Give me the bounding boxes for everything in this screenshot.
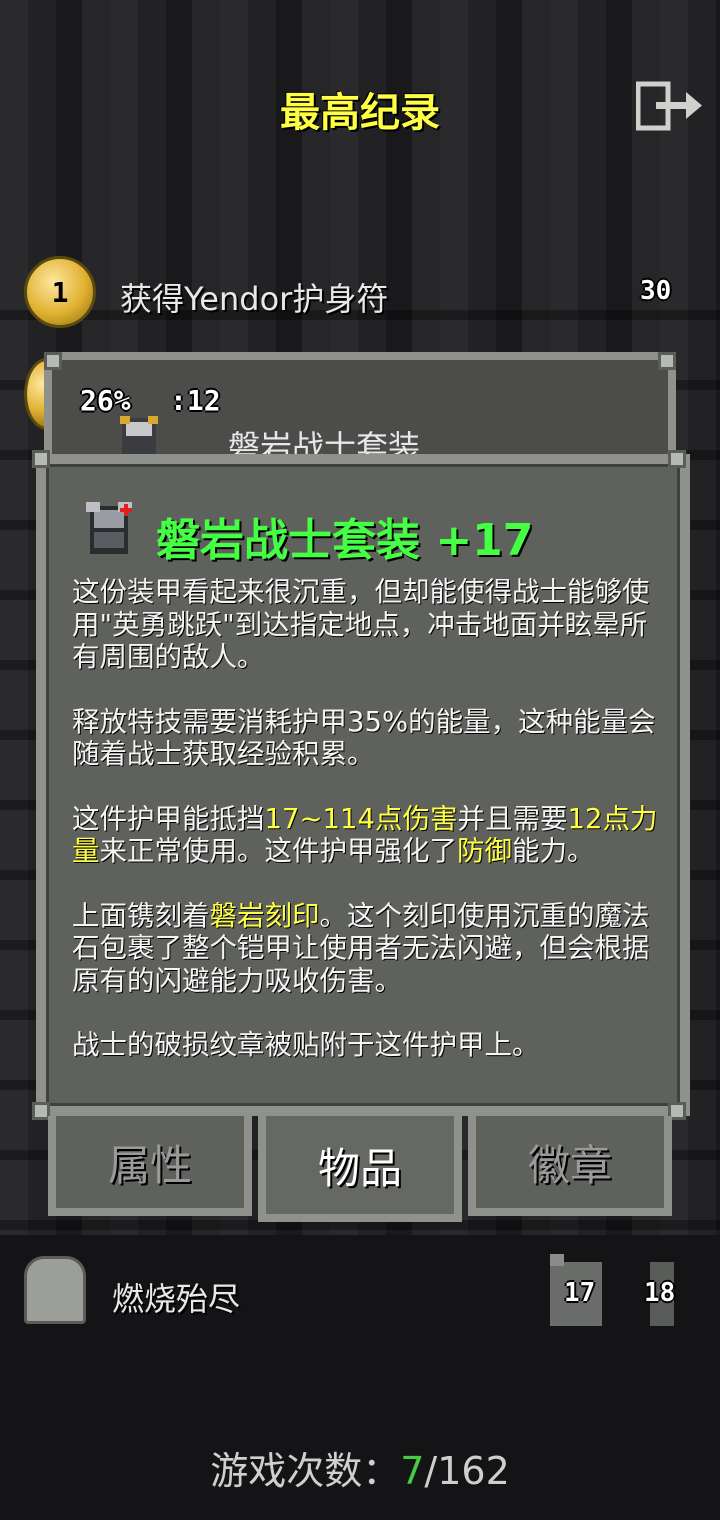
record-rank: 1 <box>51 275 69 309</box>
defense-highlight: 防御 <box>457 835 512 867</box>
record-description: 获得Yendor护身符 <box>120 280 389 318</box>
damage-highlight: 17~114点伤害 <box>264 802 458 835</box>
window-corner <box>658 352 676 370</box>
warrior-armor-icon <box>86 502 132 554</box>
games-played-counter: 游戏次数：7/162 <box>0 1440 720 1495</box>
item-title: 磐岩战士套装 +17 <box>156 515 534 566</box>
record-row[interactable]: 1 获得Yendor护身符 30 <box>0 252 720 332</box>
exit-button[interactable] <box>635 80 704 132</box>
text-span: 这件护甲能抵挡 <box>72 802 265 835</box>
tombstone-icon <box>24 1256 86 1324</box>
tab-stats[interactable]: 属性 <box>48 1116 252 1216</box>
text-span: 并且需要 <box>457 802 568 835</box>
description-paragraph: 战士的破损纹章被贴附于这件护甲上。 <box>72 1029 540 1061</box>
item-description: 这份装甲看起来很沉重，但却能使得战士能够使用"英勇跳跃"到达指定地点，冲击地面并… <box>72 576 672 1094</box>
description-paragraph: 这件护甲能抵挡17~114点伤害并且需要12点力量来正常使用。这件护甲强化了防御… <box>72 803 672 868</box>
games-total: /162 <box>424 1449 510 1493</box>
record-score: 30 <box>640 276 672 306</box>
amulet-badge-icon: 1 <box>24 256 96 328</box>
tab-badges[interactable]: 徽章 <box>468 1116 672 1216</box>
description-paragraph: 上面镌刻着磐岩刻印。这个刻印使用沉重的魔法石包裹了整个铠甲让使用者无法闪避，但会… <box>72 900 672 998</box>
record-depth: 17 <box>564 1278 596 1308</box>
exit-icon <box>635 81 702 131</box>
window-corner <box>32 450 50 468</box>
glyph-highlight: 磐岩刻印 <box>209 899 320 932</box>
description-paragraph: 这份装甲看起来很沉重，但却能使得战士能够使用"英勇跳跃"到达指定地点，冲击地面并… <box>72 576 650 673</box>
page-title: 最高纪录 <box>280 90 440 136</box>
games-label: 游戏次数： <box>210 1449 401 1493</box>
record-level: 18 <box>644 1278 676 1308</box>
window-corner <box>668 450 686 468</box>
record-row[interactable]: 燃烧殆尽 17 18 <box>0 1252 720 1332</box>
stat-right: :12 <box>170 384 221 417</box>
window-corner <box>44 352 62 370</box>
record-description: 燃烧殆尽 <box>112 1280 241 1318</box>
text-span: 能力。 <box>512 835 595 867</box>
tab-items[interactable]: 物品 <box>258 1116 462 1222</box>
item-info-window: 磐岩战士套装 +17 这份装甲看起来很沉重，但却能使得战士能够使用"英勇跳跃"到… <box>36 454 690 1116</box>
text-span: 上面镌刻着 <box>72 899 210 932</box>
description-paragraph: 释放特技需要消耗护甲35%的能量，这种能量会随着战士获取经验积累。 <box>72 705 656 771</box>
text-span: 来正常使用。这件护甲强化了 <box>99 835 458 867</box>
games-won: 7 <box>400 1449 425 1493</box>
